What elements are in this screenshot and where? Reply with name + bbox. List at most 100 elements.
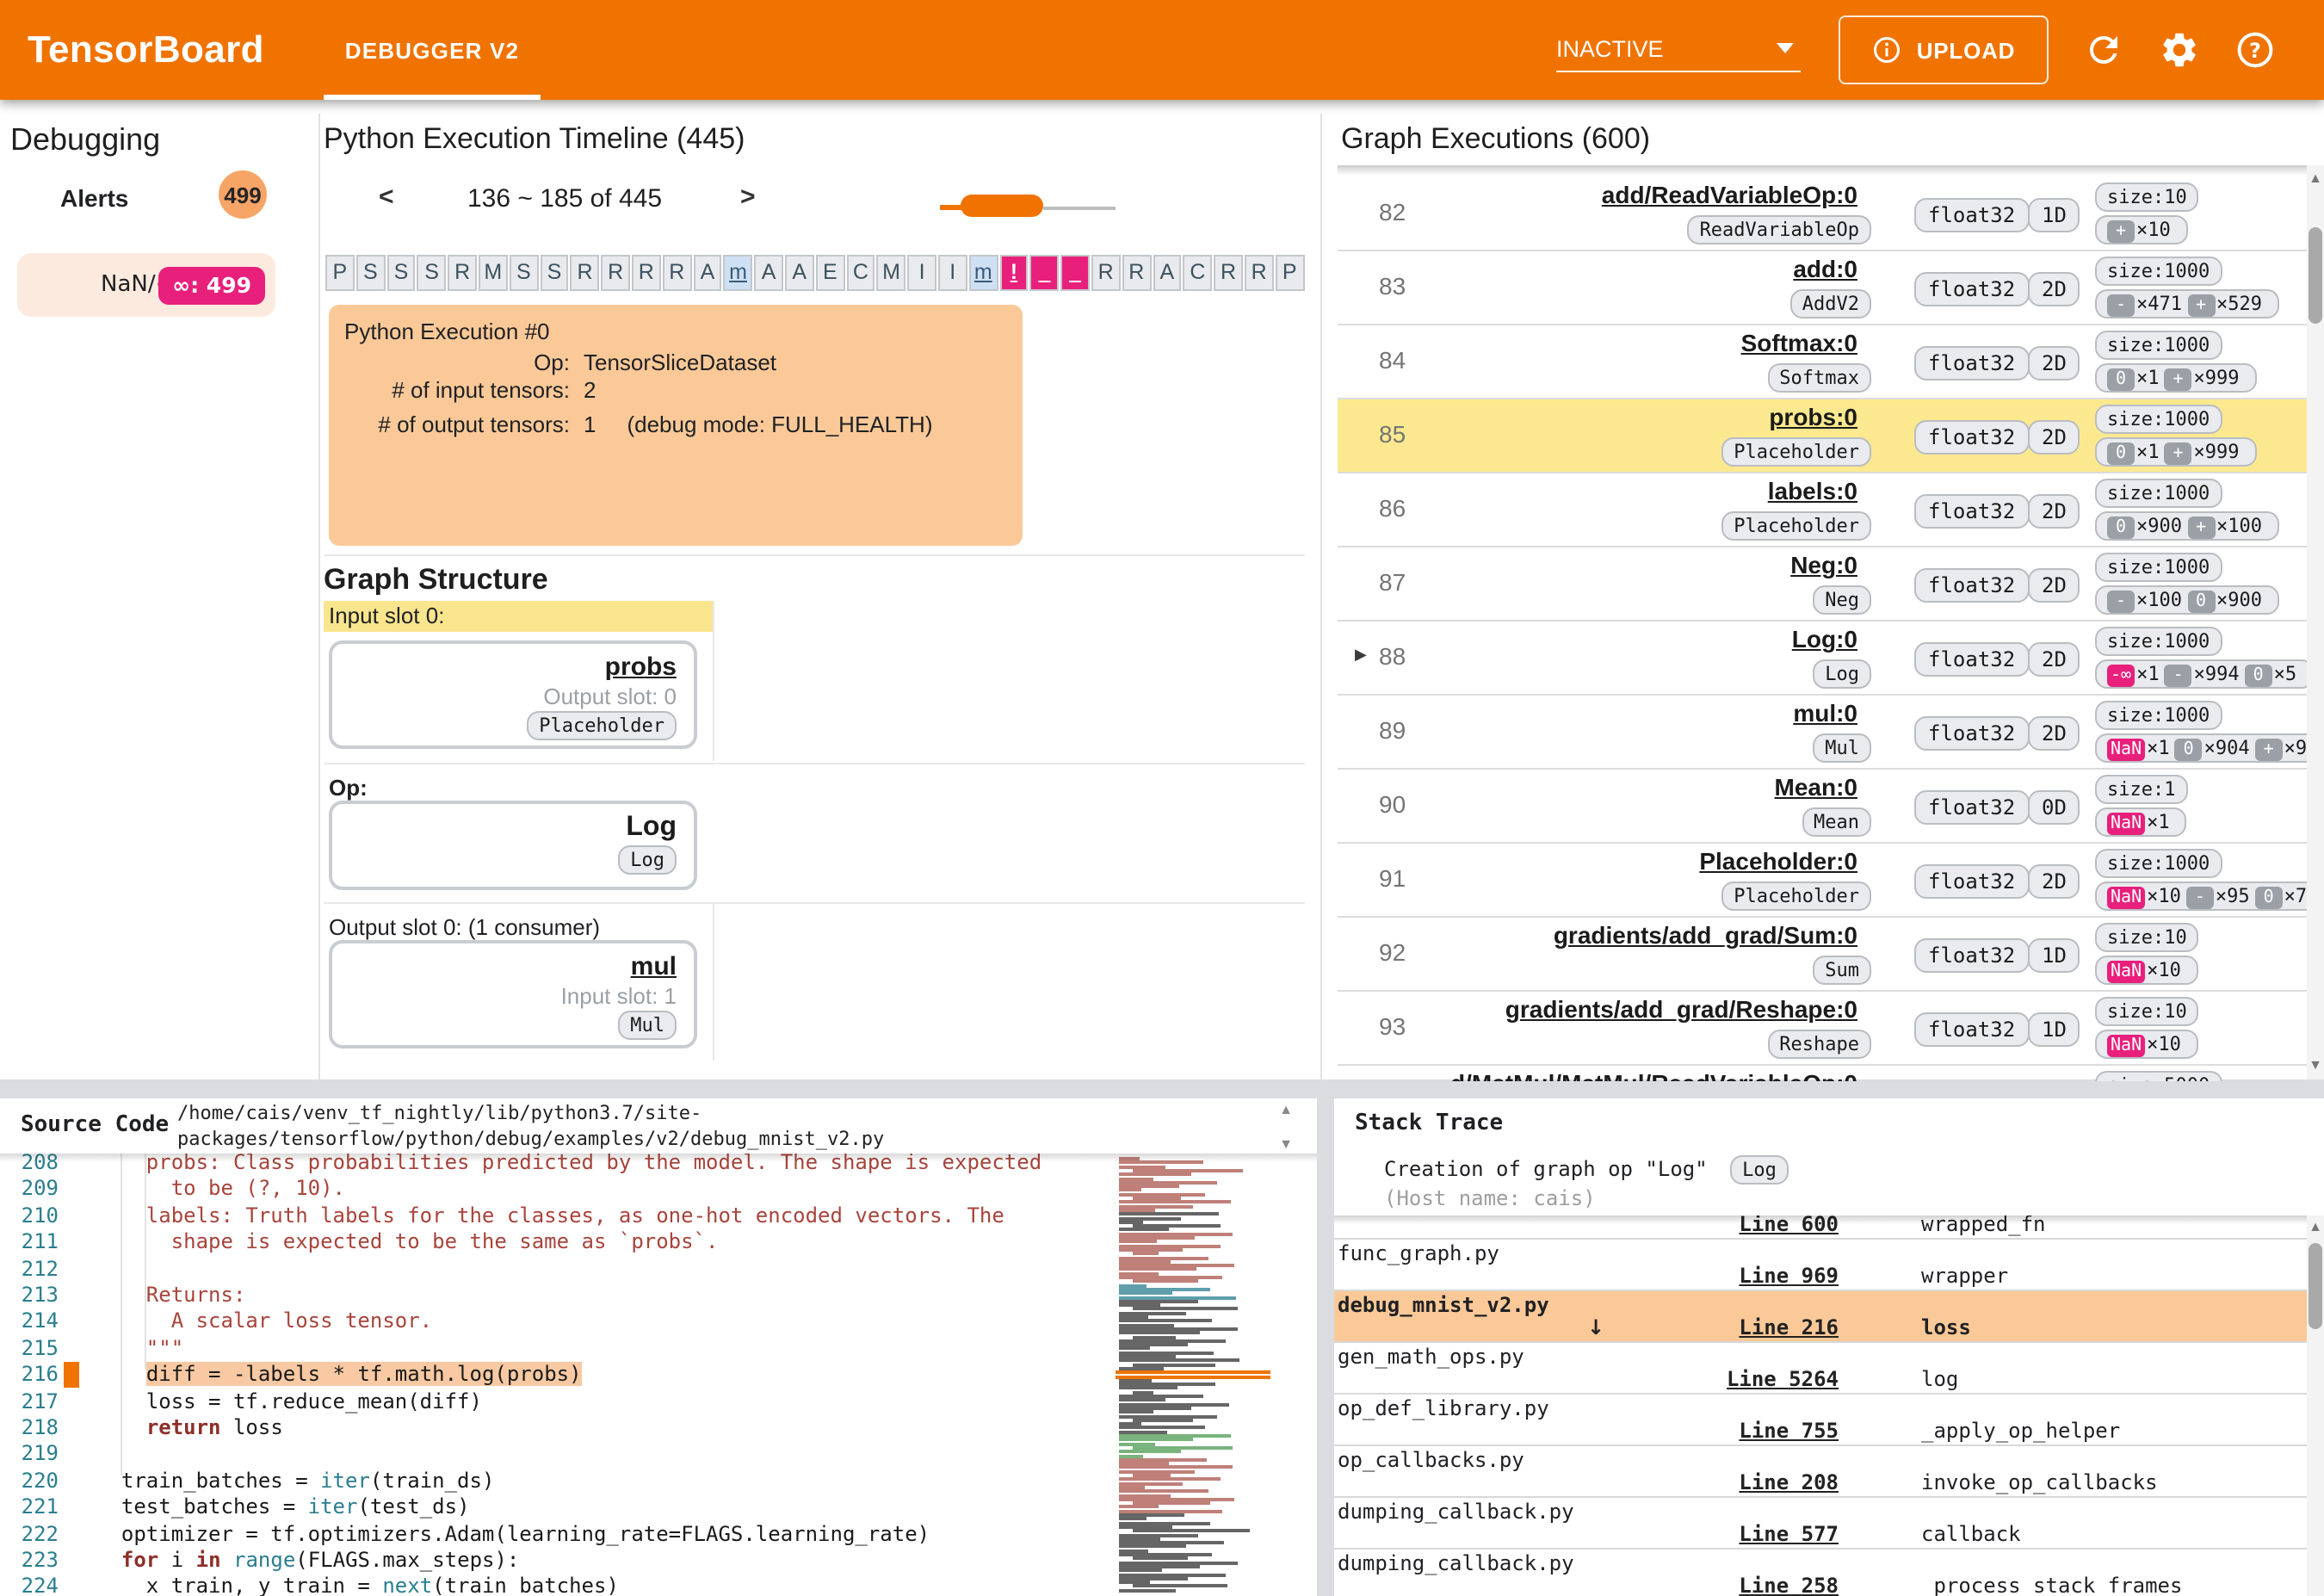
timeline-tick[interactable]: R <box>1122 255 1152 291</box>
tensor-name-link[interactable]: mul:0 <box>1793 699 1857 727</box>
tensor-name-link[interactable]: add/ReadVariableOp:0 <box>1602 181 1857 208</box>
alert-item-nan-inf[interactable]: NaN/∞ ∞: 499 <box>17 253 275 317</box>
timeline-tick[interactable]: A <box>1153 255 1182 291</box>
timeline-tick[interactable]: A <box>693 255 722 291</box>
timeline-tick[interactable]: S <box>355 255 386 291</box>
path-scroll-down-icon[interactable]: ▼ <box>1277 1136 1295 1152</box>
tensor-name-link[interactable]: d/MatMul/MatMul/ReadVariableOp:0 <box>1450 1069 1857 1081</box>
timeline-tick[interactable]: m <box>968 255 998 291</box>
tensor-name-link[interactable]: add:0 <box>1793 255 1857 282</box>
timeline-tick[interactable]: S <box>509 255 539 291</box>
tensor-name: gradients/add_grad/Sum:0 <box>1338 921 1857 949</box>
upload-button[interactable]: UPLOAD <box>1839 15 2049 84</box>
graph-execution-row[interactable]: 92 gradients/add_grad/Sum:0 Sum float32 1D si… <box>1338 918 2307 992</box>
input-node-card[interactable]: probs Output slot: 0 Placeholder <box>329 640 697 749</box>
timeline-tick[interactable]: A <box>754 255 783 291</box>
timeline-tick[interactable]: R <box>1244 255 1274 291</box>
stack-frame[interactable]: func_graph.py Line 969 wrapper <box>1334 1240 2307 1291</box>
tensor-name-link[interactable]: labels:0 <box>1768 477 1857 504</box>
tensor-name-link[interactable]: Softmax:0 <box>1741 329 1857 356</box>
timeline-tick[interactable]: C <box>846 255 875 291</box>
scroll-up-icon[interactable]: ▲ <box>2307 170 2324 186</box>
gear-icon[interactable] <box>2159 29 2200 71</box>
stack-frame[interactable]: debug_mnist_v2.py ↓ Line 216 loss <box>1334 1291 2307 1343</box>
refresh-icon[interactable] <box>2083 29 2124 71</box>
tensor-name-link[interactable]: Mean:0 <box>1775 773 1857 801</box>
timeline-next-button[interactable]: > <box>740 182 756 212</box>
timeline-tick[interactable]: R <box>1214 255 1243 291</box>
stack-trace-scroll-thumb[interactable] <box>2309 1243 2322 1329</box>
timeline-tick[interactable]: I <box>907 255 936 291</box>
input-node-link[interactable]: probs <box>349 653 677 682</box>
graph-execution-row[interactable]: 82 add/ReadVariableOp:0 ReadVariableOp floa… <box>1338 177 2307 251</box>
breakpoint-marker[interactable] <box>64 1362 79 1389</box>
timeline-tick[interactable]: R <box>631 255 661 291</box>
graph-execution-row[interactable]: 87 Neg:0 Neg float32 2D size:1000- ×100 0 ×900 <box>1338 547 2307 622</box>
timeline-prev-button[interactable]: < <box>379 182 394 212</box>
tensor-name-link[interactable]: Placeholder:0 <box>1699 847 1857 875</box>
stack-line-link[interactable]: Line 258 <box>1610 1574 1839 1596</box>
stack-line-link[interactable]: Line 216 <box>1610 1315 1839 1339</box>
timeline-tick[interactable]: R <box>448 255 477 291</box>
timeline-tick[interactable]: M <box>876 255 906 291</box>
stack-frame[interactable]: op_def_library.py Line 755 _apply_op_helpe… <box>1334 1395 2307 1446</box>
timeline-tick[interactable]: S <box>386 255 416 291</box>
code-token: (train_batches) <box>432 1574 619 1596</box>
stack-line-link[interactable]: Line 969 <box>1610 1264 1839 1288</box>
stack-frame[interactable]: dumping_callback.py Line 577 callback <box>1334 1498 2307 1550</box>
code-minimap[interactable] <box>1116 1157 1274 1593</box>
tensor-name-link[interactable]: Neg:0 <box>1790 551 1857 578</box>
timeline-tick[interactable]: C <box>1183 255 1213 291</box>
stack-line-link[interactable]: Line 5264 <box>1610 1367 1839 1391</box>
consumer-node-card[interactable]: mul Input slot: 1 Mul <box>329 940 697 1049</box>
graph-execution-row[interactable]: 90 Mean:0 Mean float32 0D size:1 NaN ×1 <box>1338 770 2307 844</box>
graph-execution-row[interactable]: ▶ 88 Log:0 Log float32 2D size:1000 -∞ ×1- ×994 0 ×… <box>1338 622 2307 696</box>
timeline-tick[interactable]: R <box>570 255 600 291</box>
tensor-name-link[interactable]: Log:0 <box>1792 625 1857 653</box>
stack-frame[interactable]: op_callbacks.py Line 208 invoke_op_callbac… <box>1334 1446 2307 1498</box>
timeline-tick[interactable]: R <box>601 255 630 291</box>
stack-line-link[interactable]: Line 755 <box>1610 1419 1839 1443</box>
graph-execution-row[interactable]: 85 probs:0 Placeholder float32 2D size:1000 0 ×… <box>1338 399 2307 473</box>
tensor-name-link[interactable]: probs:0 <box>1769 403 1857 430</box>
graph-execution-row[interactable]: 91 Placeholder:0 Placeholder float32 2D size:… <box>1338 844 2307 918</box>
consumer-node-link[interactable]: mul <box>349 952 677 981</box>
tab-debugger-v2[interactable]: DEBUGGER V2 <box>324 0 541 100</box>
graph-execution-row[interactable]: 89 mul:0 Mul float32 2D size:1000 NaN ×1 0 ×904 + ×… <box>1338 696 2307 770</box>
stack-frame[interactable]: gen_math_ops.py Line 5264 log <box>1334 1343 2307 1395</box>
timeline-tick[interactable]: P <box>1275 255 1304 291</box>
tensor-name-link[interactable]: gradients/add_grad/Sum:0 <box>1554 921 1857 949</box>
tensor-name-link[interactable]: gradients/add_grad/Reshape:0 <box>1505 995 1857 1023</box>
stack-frame[interactable]: dumping_callback.py Line 258 _process_stac… <box>1334 1550 2307 1596</box>
timeline-tick[interactable]: R <box>662 255 692 291</box>
timeline-slider-handle[interactable] <box>961 195 1043 217</box>
stack-line-link[interactable]: Line 208 <box>1610 1470 1839 1494</box>
stack-line-link[interactable]: Line 577 <box>1610 1522 1839 1546</box>
timeline-tick[interactable]: _ <box>1060 255 1090 291</box>
timeline-tick[interactable]: R <box>1091 255 1121 291</box>
timeline-tick[interactable]: A <box>784 255 814 291</box>
timeline-tick[interactable]: S <box>540 255 569 291</box>
timeline-tick[interactable]: M <box>478 255 508 291</box>
scroll-down-icon[interactable]: ▼ <box>2307 1057 2324 1073</box>
timeline-tick[interactable]: ! <box>999 255 1029 291</box>
graph-execution-row[interactable]: 93 gradients/add_grad/Reshape:0 Reshape flo… <box>1338 992 2307 1066</box>
timeline-tick-row: P S S S R M S S R R R R Am A A E C M I Im! _ _ R R A C R R P <box>325 255 1304 291</box>
graph-execution-row[interactable]: 83 add:0 AddV2 float32 2D size:1000- ×471 + ×529 <box>1338 251 2307 325</box>
timeline-tick[interactable]: I <box>937 255 967 291</box>
help-icon[interactable]: ? <box>2234 29 2276 71</box>
path-scroll-up-icon[interactable]: ▲ <box>1277 1102 1295 1117</box>
timeline-tick[interactable]: S <box>417 255 447 291</box>
run-status-dropdown[interactable]: INACTIVE <box>1556 26 1801 72</box>
timeline-tick[interactable]: P <box>325 255 355 291</box>
scroll-up-icon[interactable]: ▲ <box>2307 1219 2324 1234</box>
timeline-tick[interactable]: _ <box>1029 255 1060 291</box>
graph-execution-row[interactable]: 84 Softmax:0 Softmax float32 2D size:1000 0 ×1 +… <box>1338 325 2307 399</box>
timeline-tick[interactable]: E <box>815 255 845 291</box>
code-token: i <box>158 1548 196 1572</box>
graph-executions-scroll-thumb[interactable] <box>2309 227 2322 324</box>
timeline-tick[interactable]: m <box>723 255 753 291</box>
graph-execution-row-partial[interactable]: d/MatMul/MatMul/ReadVariableOp:0 size:500… <box>1338 1066 2307 1081</box>
graph-execution-row[interactable]: 86 labels:0 Placeholder float32 2D size:1000 0… <box>1338 473 2307 547</box>
